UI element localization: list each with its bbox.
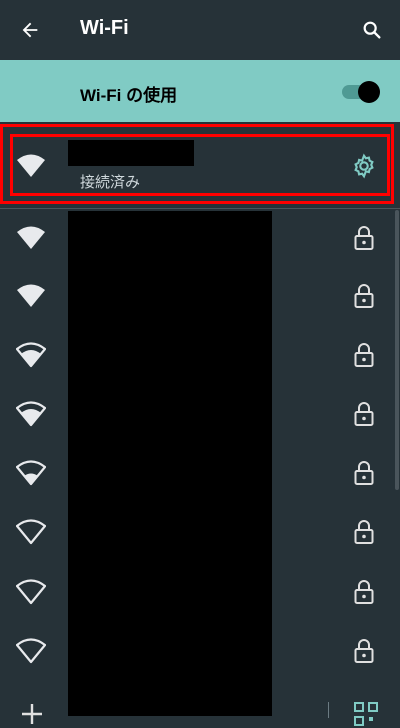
wifi-toggle-label: Wi-Fi の使用 [80,86,178,105]
wifi-signal-full-icon [17,284,45,307]
page-title: Wi-Fi [80,17,129,39]
lock-icon [354,284,374,308]
list-item[interactable] [0,443,392,501]
list-item[interactable] [0,325,392,383]
qr-code-icon[interactable] [352,700,380,728]
list-item[interactable] [0,562,392,620]
highlight-frame-inner [10,134,390,196]
wifi-signal-weak-icon [16,638,46,664]
back-button[interactable] [14,14,46,46]
wifi-signal-medium-icon [16,460,46,486]
list-item[interactable] [0,266,392,324]
list-item[interactable] [0,502,392,560]
search-button[interactable] [356,14,388,46]
wifi-signal-strong-icon [16,401,46,427]
wifi-signal-weak-icon [16,579,46,605]
wifi-signal-full-icon [17,154,45,177]
wifi-signal-weak-icon [16,519,46,545]
lock-icon [354,639,374,663]
switch-thumb [358,81,380,103]
gear-icon [354,153,374,179]
add-icon[interactable] [18,700,46,728]
wifi-signal-full-icon [17,226,45,249]
lock-icon [354,402,374,426]
search-icon [363,21,381,39]
connection-status: 接続済み [80,174,141,191]
wifi-switch[interactable] [342,80,382,104]
list-item[interactable] [0,208,392,266]
lock-icon [354,580,374,604]
connected-network-name-redacted [68,140,194,166]
lock-icon [354,520,374,544]
wifi-toggle-row[interactable]: Wi-Fi の使用 [0,60,400,122]
lock-icon [354,226,374,250]
network-settings-button[interactable] [350,152,378,180]
scrollbar[interactable] [395,210,399,490]
arrow-back-icon [22,22,38,38]
app-bar: Wi-Fi [0,0,400,60]
list-item[interactable] [0,384,392,442]
lock-icon [354,343,374,367]
lock-icon [354,461,374,485]
wifi-signal-strong-icon [16,342,46,368]
list-item[interactable] [0,621,392,679]
